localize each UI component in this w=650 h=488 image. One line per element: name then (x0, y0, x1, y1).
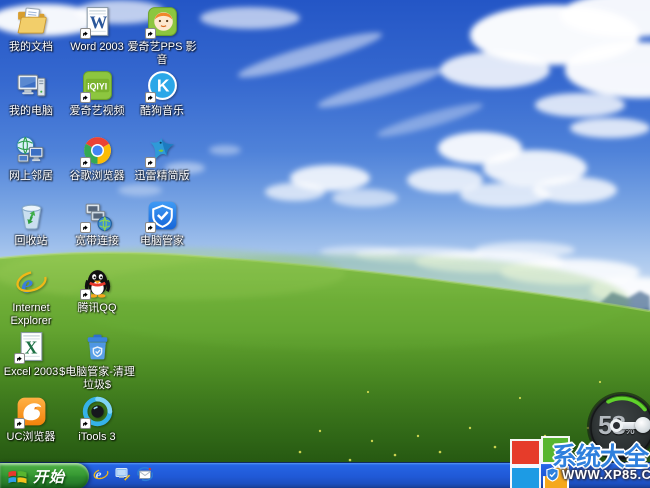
icon-label: 网上邻居 (9, 170, 53, 182)
quick-launch-outlook-express[interactable] (136, 466, 154, 487)
icon-label: 谷歌浏览器 (69, 170, 125, 182)
svg-text:W: W (89, 13, 107, 33)
desktop-icon-pc-manager-cleaner[interactable]: $电脑管家-清理垃圾$ (59, 330, 135, 391)
shortcut-arrow-icon (144, 28, 156, 39)
icon-label: 酷狗音乐 (140, 105, 184, 117)
quick-launch-show-desktop[interactable] (114, 467, 132, 486)
quick-launch-internet-explorer[interactable]: e (92, 467, 110, 486)
desktop-icon-tencent-qq[interactable]: 腾讯QQ (59, 266, 135, 315)
icon-label: 我的文档 (9, 41, 53, 53)
taskbar: 开始 e (0, 462, 650, 488)
network-icon (15, 134, 48, 167)
icon-label: 宽带连接 (75, 235, 119, 247)
broadband-icon (79, 199, 114, 233)
icon-label: 爱奇艺视频 (69, 105, 125, 117)
svg-text:K: K (156, 76, 169, 96)
shortcut-arrow-icon (79, 157, 91, 168)
shortcut-arrow-icon (79, 28, 91, 39)
icon-label: iTools 3 (78, 431, 116, 443)
chrome-icon (79, 134, 114, 168)
computer-icon (15, 69, 48, 102)
icon-label: 腾讯QQ (77, 302, 117, 314)
iqiyi-icon: iQIYI (79, 69, 114, 103)
shortcut-arrow-icon (13, 353, 25, 364)
word-icon: W (79, 5, 114, 39)
icon-label: UC浏览器 (6, 431, 56, 443)
shortcut-arrow-icon (144, 222, 156, 233)
desktop-icon-kugou-music[interactable]: K 酷狗音乐 (124, 69, 200, 118)
speed-gauge[interactable]: 58% (589, 394, 650, 460)
shortcut-arrow-icon (79, 289, 91, 300)
excel-icon: X (13, 330, 48, 364)
start-label: 开始 (33, 468, 66, 486)
desktop-icon-iqiyi-pps[interactable]: 爱奇艺PPS 影音 (124, 5, 200, 66)
shortcut-arrow-icon (144, 157, 156, 168)
thunder-icon (144, 134, 179, 168)
svg-text:iQIYI: iQIYI (87, 81, 107, 91)
shortcut-arrow-icon (79, 222, 91, 233)
desktop-icon-pc-manager[interactable]: 电脑管家 (124, 199, 200, 248)
quick-launch-bar: e (92, 463, 154, 488)
desktop-small-icon (115, 466, 131, 487)
shortcut-arrow-icon (144, 92, 156, 103)
windows-logo-icon (8, 470, 27, 483)
desktop-icon-thunder-lite[interactable]: 迅雷精简版 (124, 134, 200, 183)
icon-label: 迅雷精简版 (134, 170, 190, 182)
icon-label: Word 2003 (70, 41, 124, 53)
icon-label: Excel 2003 (3, 366, 59, 378)
start-button[interactable]: 开始 (0, 463, 89, 488)
svg-text:X: X (24, 338, 37, 358)
icon-label: 爱奇艺PPS 影音 (127, 41, 197, 66)
bin-icon (81, 330, 114, 363)
recycle-icon (15, 199, 48, 232)
desktop-icon-grid: 我的文档 W Word 2003 爱奇艺PPS 影音我的电脑 iQIYI 爱奇艺视频 K 酷狗… (0, 0, 650, 462)
itools-icon (79, 395, 114, 429)
shortcut-arrow-icon (79, 92, 91, 103)
kugou-icon: K (144, 69, 179, 103)
oe-small-icon (137, 466, 154, 487)
icon-label: $电脑管家-清理垃圾$ (59, 366, 135, 391)
shield-icon (144, 199, 179, 233)
icon-label: 我的电脑 (9, 105, 53, 117)
tray-divider (516, 465, 518, 486)
desktop-icon-itools-3[interactable]: iTools 3 (59, 395, 135, 444)
ie-icon: e (15, 266, 48, 299)
qq-icon (79, 266, 114, 300)
gauge-knob (635, 417, 650, 433)
pps-icon (144, 5, 179, 39)
shortcut-arrow-icon (79, 418, 91, 429)
gauge-hub (610, 419, 623, 432)
ie-small-icon: e (93, 466, 109, 487)
uc-icon (13, 395, 48, 429)
icon-label: 电脑管家 (140, 235, 184, 247)
svg-text:e: e (96, 467, 102, 482)
windows-xp-desktop: 我的文档 W Word 2003 爱奇艺PPS 影音我的电脑 iQIYI 爱奇艺视频 K 酷狗… (0, 0, 650, 488)
icon-label: 回收站 (14, 235, 48, 247)
shortcut-arrow-icon (13, 418, 25, 429)
folder-documents-icon (15, 5, 48, 38)
